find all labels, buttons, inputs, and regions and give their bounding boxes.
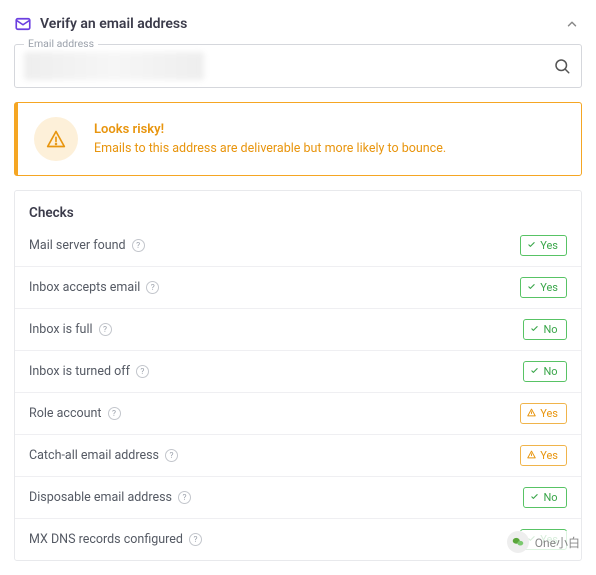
help-icon[interactable]: ? (165, 449, 178, 462)
check-label: Inbox is turned off (29, 364, 130, 379)
check-icon (527, 281, 536, 294)
check-row: Mail server found? Yes (15, 231, 581, 266)
warning-triangle-icon (46, 129, 66, 149)
risk-alert: Looks risky! Emails to this address are … (14, 102, 582, 176)
check-icon (527, 239, 536, 252)
check-row: Role account? Yes (15, 392, 581, 434)
help-icon[interactable]: ? (108, 407, 121, 420)
collapse-button[interactable] (562, 14, 582, 34)
panel-header: Verify an email address (14, 10, 582, 44)
status-badge: Yes (520, 403, 567, 424)
chevron-up-icon (565, 17, 579, 31)
email-field-wrap: Email address (14, 44, 582, 88)
check-row: MX DNS records configured?Yes (15, 518, 581, 560)
wechat-icon (507, 531, 529, 553)
help-icon[interactable]: ? (99, 323, 112, 336)
status-badge: No (523, 319, 567, 340)
check-label: Catch-all email address (29, 448, 159, 463)
help-icon[interactable]: ? (132, 239, 145, 252)
check-label: Disposable email address (29, 490, 172, 505)
alert-text: Looks risky! Emails to this address are … (94, 122, 446, 156)
check-label: MX DNS records configured (29, 532, 183, 547)
status-badge-text: Yes (540, 281, 558, 294)
check-label: Role account (29, 406, 102, 421)
email-input[interactable] (14, 44, 582, 88)
check-row: Inbox is full? No (15, 308, 581, 350)
email-field-label: Email address (24, 37, 98, 50)
status-badge: No (523, 361, 567, 382)
warning-icon (527, 407, 536, 420)
checks-box: Checks Mail server found?YesInbox accept… (14, 190, 582, 561)
status-badge-text: No (543, 323, 557, 336)
watermark: One小白 (507, 531, 580, 553)
search-icon (553, 57, 571, 75)
status-badge-text: No (543, 365, 557, 378)
check-icon (530, 491, 539, 504)
check-label: Mail server found (29, 238, 126, 253)
status-badge-text: Yes (540, 407, 558, 420)
check-row: Disposable email address? No (15, 476, 581, 518)
status-badge-text: No (543, 491, 557, 504)
status-badge-text: Yes (540, 449, 558, 462)
checks-list: Mail server found?YesInbox accepts email… (15, 231, 581, 560)
alert-title: Looks risky! (94, 122, 446, 137)
watermark-text: One小白 (535, 534, 580, 551)
verify-panel: Verify an email address Email address (0, 0, 596, 575)
check-row: Inbox is turned off? No (15, 350, 581, 392)
check-icon (530, 365, 539, 378)
help-icon[interactable]: ? (189, 533, 202, 546)
status-badge: Yes (520, 235, 567, 256)
alert-icon-wrap (34, 117, 78, 161)
mail-icon (14, 15, 32, 33)
status-badge: Yes (520, 445, 567, 466)
check-label: Inbox accepts email (29, 280, 140, 295)
help-icon[interactable]: ? (146, 281, 159, 294)
help-icon[interactable]: ? (136, 365, 149, 378)
alert-message: Emails to this address are deliverable b… (94, 141, 446, 156)
check-icon (530, 323, 539, 336)
status-badge: No (523, 487, 567, 508)
check-label: Inbox is full (29, 322, 93, 337)
check-row: Catch-all email address? Yes (15, 434, 581, 476)
status-badge: Yes (520, 277, 567, 298)
check-row: Inbox accepts email? Yes (15, 266, 581, 308)
help-icon[interactable]: ? (178, 491, 191, 504)
search-button[interactable] (550, 54, 574, 78)
status-badge-text: Yes (540, 239, 558, 252)
warning-icon (527, 449, 536, 462)
checks-heading: Checks (15, 191, 581, 231)
panel-title: Verify an email address (40, 16, 554, 32)
